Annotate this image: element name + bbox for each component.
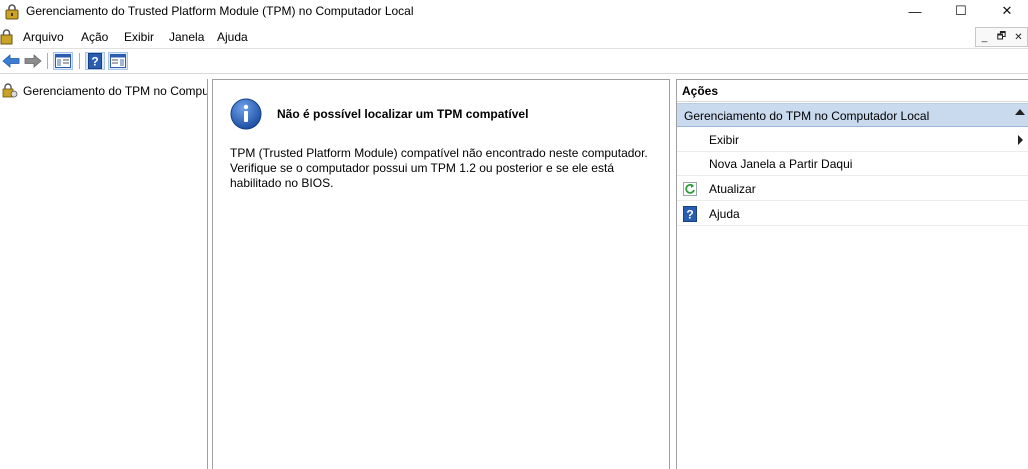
action-label: Exibir [709,133,740,147]
actions-header: Ações [677,80,1028,102]
mmc-document-icon[interactable] [0,29,14,45]
info-icon [230,98,262,130]
collapse-arrow-icon[interactable] [1015,109,1025,115]
forward-button[interactable] [23,52,43,70]
refresh-icon [683,181,697,197]
maximize-button[interactable]: ☐ [938,0,984,22]
action-atualizar[interactable]: Atualizar [677,177,1028,201]
close-button[interactable]: ✕ [984,0,1028,22]
tpm-node-icon [2,83,18,98]
maximize-icon: ☐ [955,3,967,18]
show-hide-console-tree-button[interactable] [53,52,73,70]
menu-exibir[interactable]: Exibir [124,30,154,44]
window-title: Gerenciamento do Trusted Platform Module… [26,4,414,18]
action-exibir[interactable]: Exibir [677,128,1028,152]
actions-pane: Ações Gerenciamento do TPM no Computador… [676,79,1028,469]
title-bar: Gerenciamento do Trusted Platform Module… [0,0,1028,24]
submenu-arrow-icon [1018,135,1023,145]
show-hide-console-tree-icon [55,54,71,68]
forward-arrow-icon [24,54,42,68]
action-label: Ajuda [709,207,740,221]
content-pane: Não é possível localizar um TPM compatív… [212,79,670,469]
console-tree: Gerenciamento do TPM no Computador Local [0,79,208,469]
close-icon: ✕ [1001,3,1013,18]
action-label: Atualizar [709,182,756,196]
minimize-icon: — [908,3,922,19]
action-nova-janela[interactable]: Nova Janela a Partir Daqui [677,152,1028,176]
menu-ajuda[interactable]: Ajuda [217,30,248,44]
actions-section-header[interactable]: Gerenciamento do TPM no Computador Local [677,103,1028,127]
actions-section-title: Gerenciamento do TPM no Computador Local [684,109,930,123]
help-icon: ? [683,206,697,222]
back-arrow-icon [2,54,20,68]
toolbar: ? [0,48,1028,72]
action-label: Nova Janela a Partir Daqui [709,157,853,171]
mdi-restore-button[interactable]: 🗗 [993,28,1010,46]
help-icon: ? [88,53,102,69]
svg-text:?: ? [686,208,693,222]
mdi-minimize-button[interactable]: _ [976,28,993,46]
minimize-button[interactable]: — [892,0,938,22]
mdi-controls: _ 🗗 ✕ [975,27,1028,47]
mdi-close-button[interactable]: ✕ [1010,28,1027,46]
menu-acao[interactable]: Ação [81,30,108,44]
back-button[interactable] [1,52,21,70]
show-hide-action-pane-button[interactable] [108,52,128,70]
action-ajuda[interactable]: ? Ajuda [677,202,1028,226]
tree-node-label: Gerenciamento do TPM no Computador Local [23,84,208,98]
toolbar-separator [47,53,48,69]
tpm-app-icon [5,4,19,20]
show-hide-action-pane-icon [110,54,126,68]
menu-bar: Arquivo Ação Exibir Janela Ajuda _ 🗗 ✕ [0,26,1028,48]
menu-arquivo[interactable]: Arquivo [23,30,64,44]
main-panes: Gerenciamento do TPM no Computador Local… [0,73,1028,469]
tree-node-tpm-management[interactable]: Gerenciamento do TPM no Computador Local [2,82,208,100]
svg-text:?: ? [91,55,98,69]
toolbar-separator [79,53,80,69]
help-toolbar-button[interactable]: ? [85,52,105,70]
menu-janela[interactable]: Janela [169,30,204,44]
message-title: Não é possível localizar um TPM compatív… [277,107,529,121]
message-body: TPM (Trusted Platform Module) compatível… [230,146,648,190]
